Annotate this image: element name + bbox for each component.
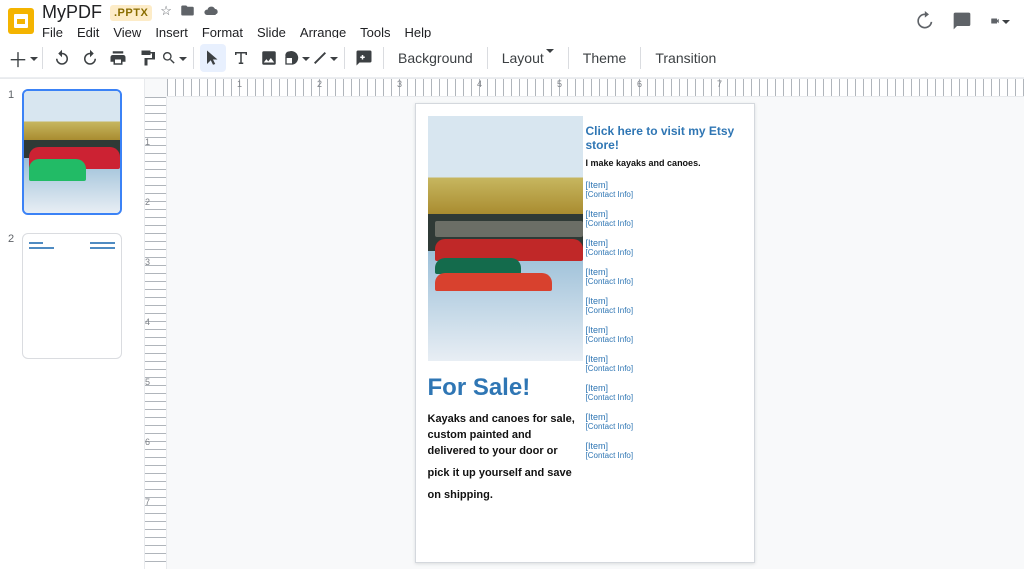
- theme-button[interactable]: Theme: [575, 50, 635, 66]
- editor-canvas[interactable]: 123 456 7 123 456 7: [145, 79, 1024, 569]
- list-item: [Item][Contact Info]: [586, 180, 738, 199]
- slide-thumbnail-2[interactable]: [22, 233, 122, 359]
- list-item: [Item][Contact Info]: [586, 441, 738, 460]
- list-item: [Item][Contact Info]: [586, 412, 738, 431]
- list-item: [Item][Contact Info]: [586, 296, 738, 315]
- for-sale-heading: For Sale!: [428, 374, 583, 402]
- list-item: [Item][Contact Info]: [586, 325, 738, 344]
- move-icon[interactable]: [180, 3, 195, 22]
- item-list: [Item][Contact Info] [Item][Contact Info…: [586, 180, 738, 460]
- paint-format-button[interactable]: [133, 44, 159, 72]
- slides-logo: [8, 8, 34, 34]
- cloud-status-icon[interactable]: [203, 3, 219, 22]
- ruler-vertical: 123 456 7: [145, 97, 167, 569]
- transition-button[interactable]: Transition: [647, 50, 724, 66]
- image-button[interactable]: [256, 44, 282, 72]
- ruler-horizontal: 123 456 7: [167, 79, 1024, 97]
- list-item: [Item][Contact Info]: [586, 267, 738, 286]
- description-text: Kayaks and canoes for sale, custom paint…: [428, 412, 583, 504]
- slide-image[interactable]: [428, 116, 583, 361]
- toolbar: ＋ Background Layout Theme Transition: [0, 38, 1024, 78]
- history-icon[interactable]: [914, 11, 934, 31]
- slide-page[interactable]: Click here to visit my Etsy store! I mak…: [415, 103, 755, 563]
- select-tool[interactable]: [200, 44, 226, 72]
- slide-number: 2: [8, 233, 16, 359]
- new-slide-button[interactable]: ＋: [10, 44, 36, 72]
- list-item: [Item][Contact Info]: [586, 209, 738, 228]
- star-icon[interactable]: ☆: [160, 3, 172, 22]
- zoom-button[interactable]: [161, 44, 187, 72]
- line-button[interactable]: [312, 44, 338, 72]
- print-button[interactable]: [105, 44, 131, 72]
- app-header: MyPDF .PPTX ☆ File Edit View Insert Form: [0, 0, 1024, 38]
- textbox-button[interactable]: [228, 44, 254, 72]
- comment-icon[interactable]: [952, 11, 972, 31]
- background-button[interactable]: Background: [390, 50, 481, 66]
- layout-button[interactable]: Layout: [494, 50, 562, 66]
- subheading: I make kayaks and canoes.: [586, 158, 738, 168]
- file-type-badge: .PPTX: [110, 5, 152, 21]
- shape-button[interactable]: [284, 44, 310, 72]
- etsy-link[interactable]: Click here to visit my Etsy store!: [586, 124, 738, 152]
- redo-button[interactable]: [77, 44, 103, 72]
- list-item: [Item][Contact Info]: [586, 238, 738, 257]
- list-item: [Item][Contact Info]: [586, 354, 738, 373]
- filmstrip: 1 Click here to visit my Etsy store! [It…: [0, 79, 145, 569]
- slide-thumbnail-1[interactable]: Click here to visit my Etsy store! [Item…: [22, 89, 122, 215]
- comment-add-button[interactable]: [351, 44, 377, 72]
- list-item: [Item][Contact Info]: [586, 383, 738, 402]
- present-icon[interactable]: [990, 11, 1010, 31]
- undo-button[interactable]: [49, 44, 75, 72]
- slide-number: 1: [8, 89, 16, 215]
- doc-title[interactable]: MyPDF: [42, 2, 102, 23]
